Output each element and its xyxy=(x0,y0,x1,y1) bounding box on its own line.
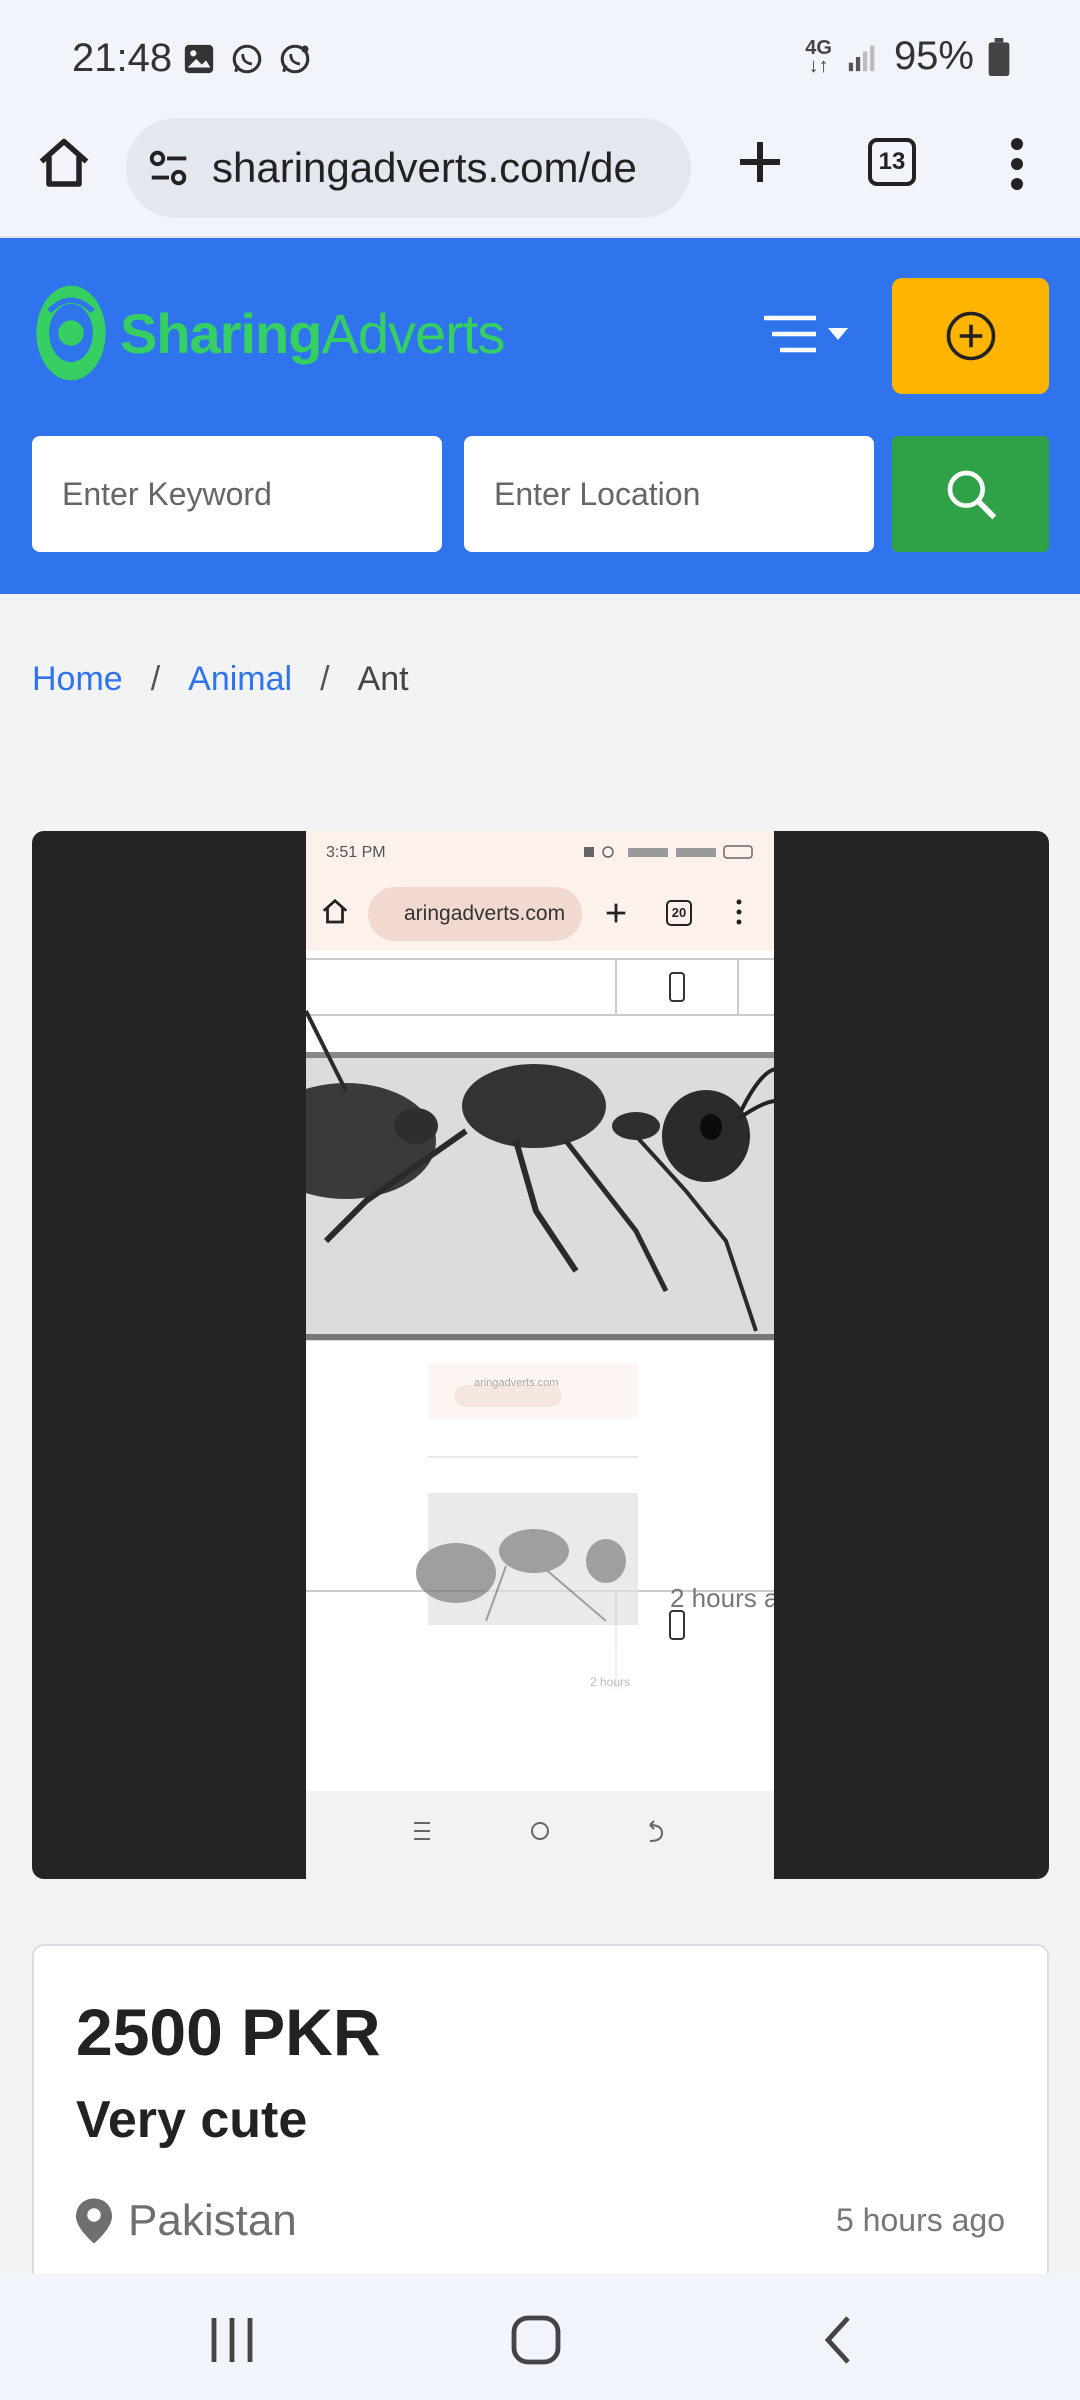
inner-plus-icon xyxy=(606,903,626,923)
status-time: 21:48 xyxy=(72,36,173,80)
ant-screenshot-image xyxy=(306,958,774,1771)
inner-nav-bar xyxy=(306,1791,774,1879)
system-status: 4G ↓↑ 95% xyxy=(805,34,1010,79)
location-input[interactable] xyxy=(464,436,874,552)
whatsapp-business-icon xyxy=(280,44,310,74)
breadcrumb-separator: / xyxy=(150,660,161,698)
status-bar: 21:48 4G ↓↑ 95% xyxy=(0,0,1080,118)
posted-time: 5 hours ago xyxy=(835,2202,1005,2238)
back-icon[interactable] xyxy=(810,2310,870,2370)
listing-title: Very cute xyxy=(76,2091,308,2149)
breadcrumb-home[interactable]: Home xyxy=(32,660,123,699)
logo-text-adverts: Adverts xyxy=(321,301,505,365)
search-button[interactable] xyxy=(892,436,1049,552)
browser-toolbar: sharingadverts.com/de 13 xyxy=(0,118,1080,238)
system-nav-bar xyxy=(0,2274,1080,2400)
listing-location: Pakistan xyxy=(76,2196,297,2246)
whatsapp-icon xyxy=(232,44,262,74)
listing-card: 2500 PKR Very cute Pakistan 5 hours ago xyxy=(32,1944,1049,2274)
logo-mark-icon xyxy=(36,285,106,381)
network-type: 4G ↓↑ xyxy=(805,36,832,77)
breadcrumb: Home / Animal / Ant xyxy=(32,660,409,699)
breadcrumb-current: Ant xyxy=(357,660,409,698)
breadcrumb-separator: / xyxy=(320,660,330,698)
keyword-input[interactable] xyxy=(32,436,442,552)
site-settings-icon[interactable] xyxy=(146,145,192,191)
more-icon[interactable] xyxy=(1000,134,1034,194)
new-tab-icon[interactable] xyxy=(730,132,790,192)
inner-status-bar: 3:51 PM xyxy=(306,831,774,875)
nested-url: aringadverts.com xyxy=(474,1377,559,1389)
listing-price: 2500 PKR xyxy=(76,1995,381,2069)
logo-text: SharingAdverts xyxy=(120,301,505,366)
notification-icons xyxy=(182,42,312,76)
recents-icon[interactable] xyxy=(202,2310,262,2370)
url-text: sharingadverts.com/de xyxy=(212,144,637,191)
inner-status-icons xyxy=(584,845,753,859)
location-pin-icon xyxy=(76,2198,112,2244)
inner-time-ago: 2 hours a xyxy=(670,1583,774,1613)
inner-time: 3:51 PM xyxy=(326,844,386,861)
logo-text-sharing: Sharing xyxy=(120,301,322,365)
inner-more-icon xyxy=(736,899,742,925)
inner-home-icon xyxy=(322,898,348,924)
inner-browser-bar: aringadverts.com 20 xyxy=(306,875,774,951)
listing-image: 3:51 PM aringadverts.com 20 2 hours a ar… xyxy=(306,831,774,1879)
home-nav-icon[interactable] xyxy=(506,2310,566,2370)
battery-percent: 95% xyxy=(893,34,974,78)
site-logo[interactable]: SharingAdverts xyxy=(34,282,505,384)
plus-circle-icon xyxy=(946,311,995,361)
inner-url: aringadverts.com xyxy=(368,887,582,941)
site-header: SharingAdverts xyxy=(0,238,1080,594)
listing-image-viewer[interactable]: 3:51 PM aringadverts.com 20 2 hours a ar… xyxy=(32,831,1049,1879)
inner-nav-icons xyxy=(414,1820,664,1842)
post-ad-button[interactable] xyxy=(892,278,1049,394)
home-icon[interactable] xyxy=(34,134,94,194)
tab-switcher-button[interactable]: 13 xyxy=(868,138,916,186)
signal-icon xyxy=(848,45,875,71)
nested-time-ago: 2 hours xyxy=(590,1675,631,1689)
search-icon xyxy=(947,470,996,520)
location-text: Pakistan xyxy=(128,2196,297,2245)
inner-tab-count: 20 xyxy=(666,900,692,926)
gallery-icon xyxy=(184,44,214,74)
battery-icon xyxy=(988,37,1010,76)
address-bar[interactable]: sharingadverts.com/de xyxy=(126,118,691,218)
breadcrumb-animal[interactable]: Animal xyxy=(188,660,292,699)
menu-toggle-icon[interactable] xyxy=(760,308,852,368)
